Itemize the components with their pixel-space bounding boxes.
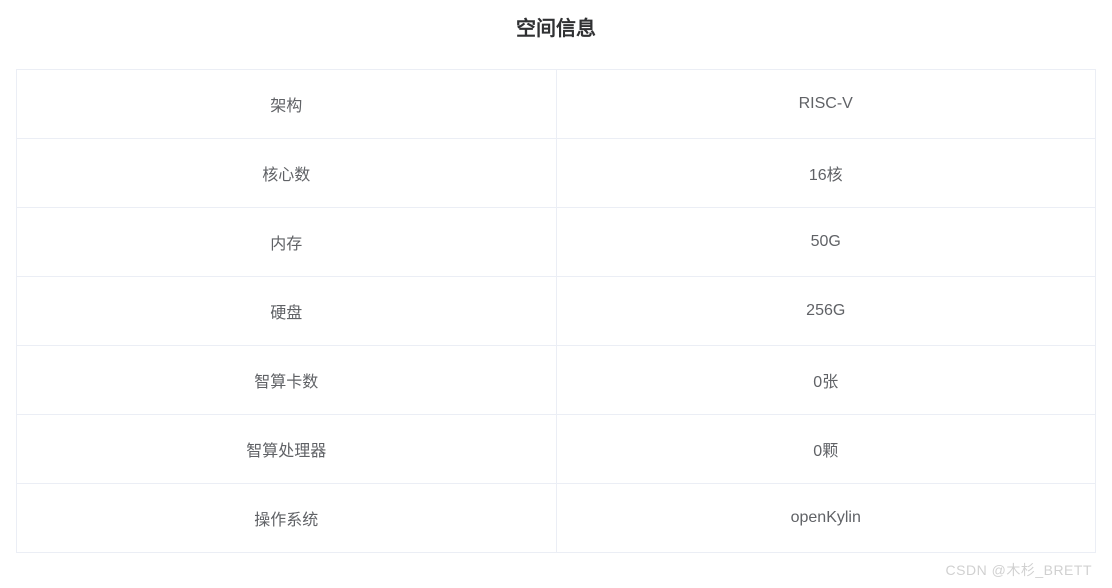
row-value: 16核 — [556, 139, 1096, 208]
row-value: 0颗 — [556, 415, 1096, 484]
row-value: 0张 — [556, 346, 1096, 415]
info-panel: 空间信息 架构 RISC-V 核心数 16核 内存 50G 硬盘 256G 智算… — [0, 0, 1112, 553]
panel-title: 空间信息 — [16, 0, 1096, 69]
row-label: 智算卡数 — [17, 346, 557, 415]
table-row: 架构 RISC-V — [17, 70, 1096, 139]
row-value: openKylin — [556, 484, 1096, 553]
row-label: 架构 — [17, 70, 557, 139]
row-label: 内存 — [17, 208, 557, 277]
table-row: 操作系统 openKylin — [17, 484, 1096, 553]
row-value: RISC-V — [556, 70, 1096, 139]
table-row: 智算卡数 0张 — [17, 346, 1096, 415]
watermark: CSDN @木杉_BRETT — [946, 560, 1092, 580]
info-table: 架构 RISC-V 核心数 16核 内存 50G 硬盘 256G 智算卡数 0张… — [16, 69, 1096, 553]
row-label: 核心数 — [17, 139, 557, 208]
row-label: 智算处理器 — [17, 415, 557, 484]
row-label: 操作系统 — [17, 484, 557, 553]
table-row: 核心数 16核 — [17, 139, 1096, 208]
row-value: 50G — [556, 208, 1096, 277]
table-row: 智算处理器 0颗 — [17, 415, 1096, 484]
row-value: 256G — [556, 277, 1096, 346]
row-label: 硬盘 — [17, 277, 557, 346]
table-row: 硬盘 256G — [17, 277, 1096, 346]
table-row: 内存 50G — [17, 208, 1096, 277]
